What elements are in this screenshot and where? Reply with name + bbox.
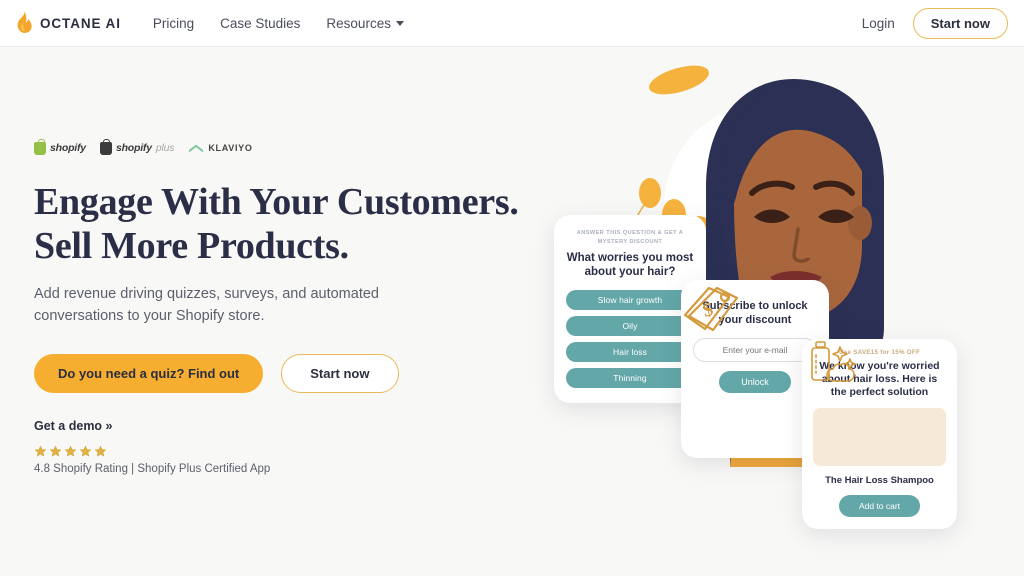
partner-label-suffix: plus — [155, 142, 175, 154]
nav-label: Pricing — [152, 15, 195, 31]
star-icon — [49, 445, 62, 457]
hero-copy: shopify shopify plus KLAVIYO Engage With… — [34, 138, 554, 475]
partner-shopify: shopify — [34, 138, 86, 155]
shampoo-bottle-icon — [811, 341, 856, 382]
klaviyo-icon — [189, 144, 204, 152]
partner-label: shopify — [115, 142, 152, 154]
main-nav: Pricing Case Studies Resources — [153, 16, 404, 31]
header-actions: Login Start now — [862, 7, 1008, 39]
partner-shopify-plus: shopify plus — [99, 138, 175, 155]
email-input[interactable] — [693, 337, 817, 362]
price-tag-icon: $ — [683, 286, 739, 332]
chevron-down-icon — [395, 20, 404, 26]
page-title: Engage With Your Customers. Sell More Pr… — [34, 180, 554, 268]
quiz-option[interactable]: Hair loss — [566, 342, 694, 363]
shopify-plus-bag-icon — [99, 138, 112, 155]
site-header: OCTANE AI Pricing Case Studies Resources… — [0, 0, 1024, 47]
star-icon — [34, 445, 47, 457]
brand-logo[interactable]: OCTANE AI — [14, 11, 121, 35]
partner-label: KLAVIYO — [208, 143, 253, 153]
headline-line-2: Sell More Products. — [34, 225, 349, 268]
svg-text:$: $ — [701, 299, 716, 322]
quiz-options: Slow hair growth Oily Hair loss Thinning — [566, 290, 694, 389]
hero-illustration: ANSWER THIS QUESTION & GET A MYSTERY DIS… — [554, 47, 1024, 547]
star-rating — [34, 445, 554, 458]
nav-item-case-studies[interactable]: Case Studies — [220, 16, 300, 31]
floating-pill — [649, 65, 709, 95]
get-a-demo-link[interactable]: Get a demo » — [34, 419, 113, 433]
partner-klaviyo: KLAVIYO — [188, 143, 252, 154]
brand-name: OCTANE AI — [40, 15, 121, 31]
partner-label: shopify — [50, 142, 86, 154]
partner-logos: shopify shopify plus KLAVIYO — [34, 138, 554, 157]
login-link[interactable]: Login — [862, 16, 895, 31]
shopify-bag-icon — [34, 138, 46, 155]
quiz-option[interactable]: Slow hair growth — [566, 290, 694, 311]
product-image — [811, 341, 946, 467]
hero-start-now-button[interactable]: Start now — [281, 353, 399, 393]
nav-label: Case Studies — [220, 15, 301, 31]
header-start-now-button[interactable]: Start now — [912, 7, 1008, 39]
star-icon — [64, 445, 77, 457]
quiz-finder-button[interactable]: Do you need a quiz? Find out — [34, 353, 264, 393]
star-icon — [94, 445, 107, 457]
product-card: Use SAVE15 for 15% OFF We know you're wo… — [802, 339, 957, 529]
balloon-shape — [639, 178, 661, 208]
quiz-question: What worries you most about your hair? — [566, 252, 694, 279]
quiz-option[interactable]: Thinning — [566, 368, 694, 389]
quiz-option[interactable]: Oily — [566, 316, 694, 337]
hero-section: shopify shopify plus KLAVIYO Engage With… — [0, 47, 1024, 576]
hero-subheading: Add revenue driving quizzes, surveys, an… — [34, 286, 379, 324]
headline-line-1: Engage With Your Customers. — [34, 181, 519, 223]
nav-item-resources[interactable]: Resources — [326, 16, 404, 31]
hero-cta-row: Do you need a quiz? Find out Start now — [34, 353, 554, 393]
add-to-cart-button[interactable]: Add to cart — [838, 495, 921, 518]
unlock-button[interactable]: Unlock — [719, 370, 791, 393]
star-icon — [79, 445, 92, 457]
quiz-kicker: ANSWER THIS QUESTION & GET A MYSTERY DIS… — [576, 230, 684, 245]
flame-icon — [17, 11, 32, 33]
product-name: The Hair Loss Shampoo — [825, 475, 934, 487]
nav-item-pricing[interactable]: Pricing — [153, 16, 194, 31]
rating-caption: 4.8 Shopify Rating | Shopify Plus Certif… — [34, 462, 271, 475]
nav-label: Resources — [326, 15, 391, 31]
